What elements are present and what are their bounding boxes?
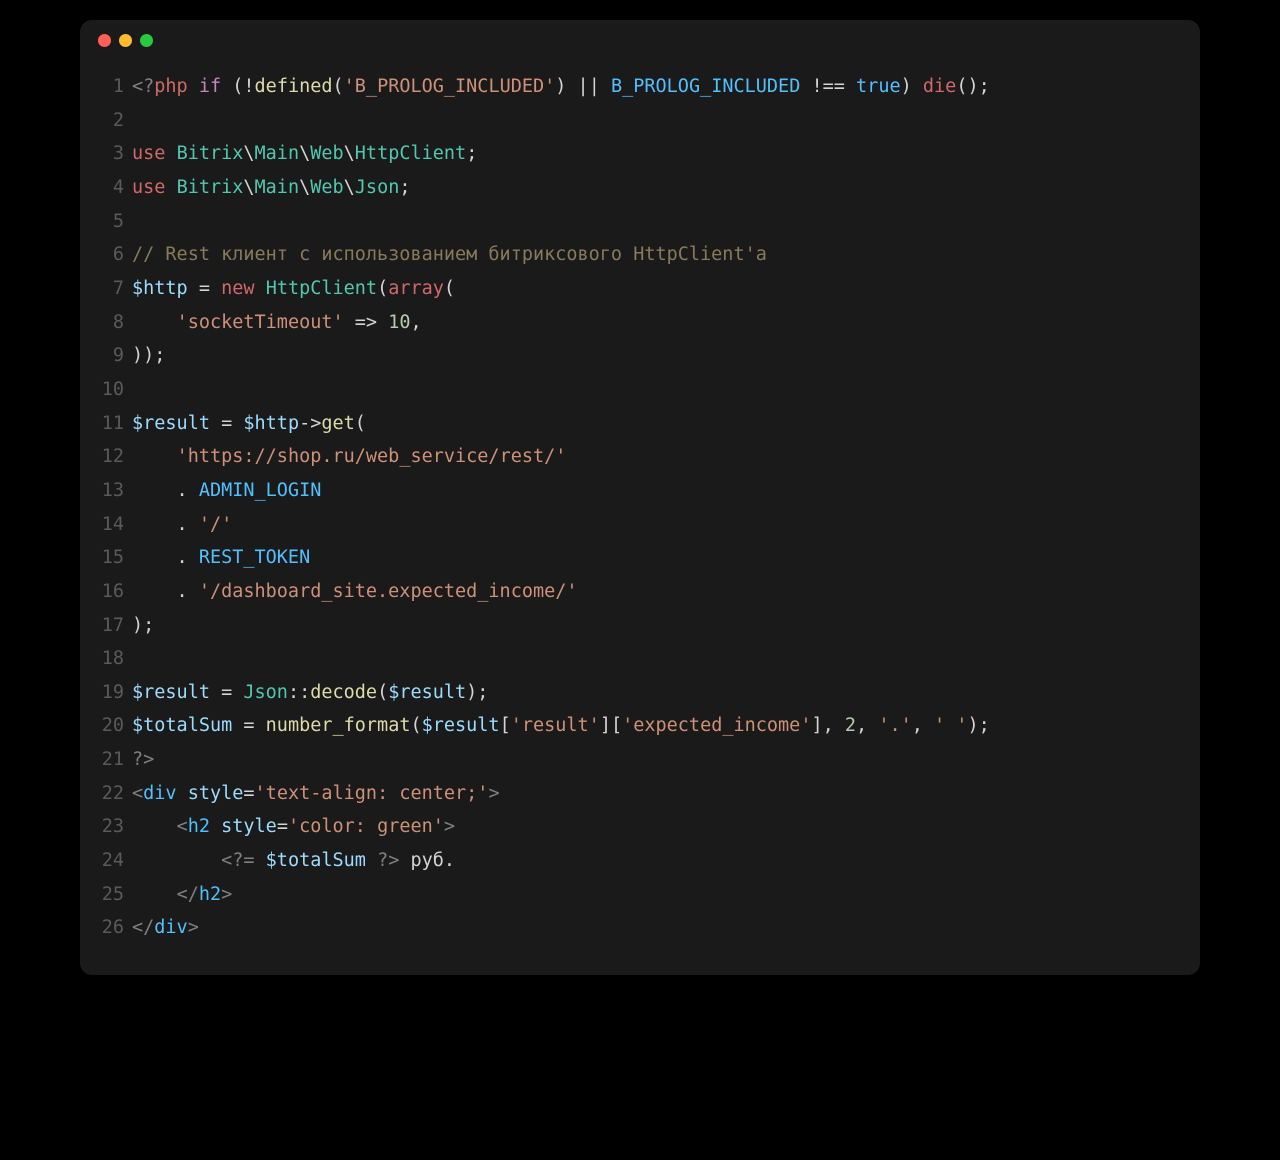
code-line: 5 <box>100 205 1180 239</box>
code-window: 1<?php if (!defined('B_PROLOG_INCLUDED')… <box>80 20 1200 975</box>
code-content: )); <box>132 339 165 373</box>
code-content: 'socketTimeout' => 10, <box>132 306 422 340</box>
line-number: 5 <box>100 205 132 239</box>
minimize-icon[interactable] <box>119 34 132 47</box>
code-line: 20$totalSum = number_format($result['res… <box>100 709 1180 743</box>
code-line: 19$result = Json::decode($result); <box>100 676 1180 710</box>
code-editor[interactable]: 1<?php if (!defined('B_PROLOG_INCLUDED')… <box>80 60 1200 975</box>
line-number: 7 <box>100 272 132 306</box>
code-line: 17); <box>100 609 1180 643</box>
code-content: <?php if (!defined('B_PROLOG_INCLUDED') … <box>132 70 990 104</box>
code-line: 4use Bitrix\Main\Web\Json; <box>100 171 1180 205</box>
line-number: 8 <box>100 306 132 340</box>
code-content: $result = Json::decode($result); <box>132 676 488 710</box>
line-number: 25 <box>100 878 132 912</box>
code-line: 16 . '/dashboard_site.expected_income/' <box>100 575 1180 609</box>
code-content: ); <box>132 609 154 643</box>
code-content: // Rest клиент с использованием битриксо… <box>132 238 767 272</box>
code-line: 21?> <box>100 743 1180 777</box>
code-content: 'https://shop.ru/web_service/rest/' <box>132 440 566 474</box>
code-line: 1<?php if (!defined('B_PROLOG_INCLUDED')… <box>100 70 1180 104</box>
code-content: $totalSum = number_format($result['resul… <box>132 709 990 743</box>
code-line: 7$http = new HttpClient(array( <box>100 272 1180 306</box>
code-line: 11$result = $http->get( <box>100 407 1180 441</box>
code-line: 23 <h2 style='color: green'> <box>100 810 1180 844</box>
line-number: 13 <box>100 474 132 508</box>
code-content: ?> <box>132 743 154 777</box>
code-line: 12 'https://shop.ru/web_service/rest/' <box>100 440 1180 474</box>
line-number: 24 <box>100 844 132 878</box>
code-content: . ADMIN_LOGIN <box>132 474 321 508</box>
line-number: 12 <box>100 440 132 474</box>
code-content: . REST_TOKEN <box>132 541 310 575</box>
code-line: 26</div> <box>100 911 1180 945</box>
line-number: 2 <box>100 104 132 138</box>
code-content: <h2 style='color: green'> <box>132 810 455 844</box>
line-number: 6 <box>100 238 132 272</box>
code-line: 15 . REST_TOKEN <box>100 541 1180 575</box>
line-number: 21 <box>100 743 132 777</box>
code-content: . '/dashboard_site.expected_income/' <box>132 575 578 609</box>
line-number: 3 <box>100 137 132 171</box>
code-line: 8 'socketTimeout' => 10, <box>100 306 1180 340</box>
code-line: 3use Bitrix\Main\Web\HttpClient; <box>100 137 1180 171</box>
line-number: 18 <box>100 642 132 676</box>
code-line: 10 <box>100 373 1180 407</box>
code-line: 25 </h2> <box>100 878 1180 912</box>
code-line: 2 <box>100 104 1180 138</box>
code-content: </div> <box>132 911 199 945</box>
line-number: 22 <box>100 777 132 811</box>
line-number: 23 <box>100 810 132 844</box>
code-line: 6// Rest клиент с использованием битрикс… <box>100 238 1180 272</box>
line-number: 1 <box>100 70 132 104</box>
line-number: 15 <box>100 541 132 575</box>
code-line: 9)); <box>100 339 1180 373</box>
line-number: 14 <box>100 508 132 542</box>
line-number: 4 <box>100 171 132 205</box>
code-content: <?= $totalSum ?> руб. <box>132 844 455 878</box>
line-number: 17 <box>100 609 132 643</box>
line-number: 9 <box>100 339 132 373</box>
maximize-icon[interactable] <box>140 34 153 47</box>
code-content: $http = new HttpClient(array( <box>132 272 455 306</box>
code-content: <div style='text-align: center;'> <box>132 777 500 811</box>
line-number: 16 <box>100 575 132 609</box>
code-content: use Bitrix\Main\Web\Json; <box>132 171 411 205</box>
code-line: 22<div style='text-align: center;'> <box>100 777 1180 811</box>
close-icon[interactable] <box>98 34 111 47</box>
line-number: 20 <box>100 709 132 743</box>
code-content: use Bitrix\Main\Web\HttpClient; <box>132 137 477 171</box>
code-line: 13 . ADMIN_LOGIN <box>100 474 1180 508</box>
line-number: 19 <box>100 676 132 710</box>
code-line: 18 <box>100 642 1180 676</box>
code-line: 14 . '/' <box>100 508 1180 542</box>
code-content: $result = $http->get( <box>132 407 366 441</box>
code-content: </h2> <box>132 878 232 912</box>
code-line: 24 <?= $totalSum ?> руб. <box>100 844 1180 878</box>
line-number: 26 <box>100 911 132 945</box>
code-content: . '/' <box>132 508 232 542</box>
line-number: 10 <box>100 373 132 407</box>
titlebar <box>80 20 1200 60</box>
line-number: 11 <box>100 407 132 441</box>
